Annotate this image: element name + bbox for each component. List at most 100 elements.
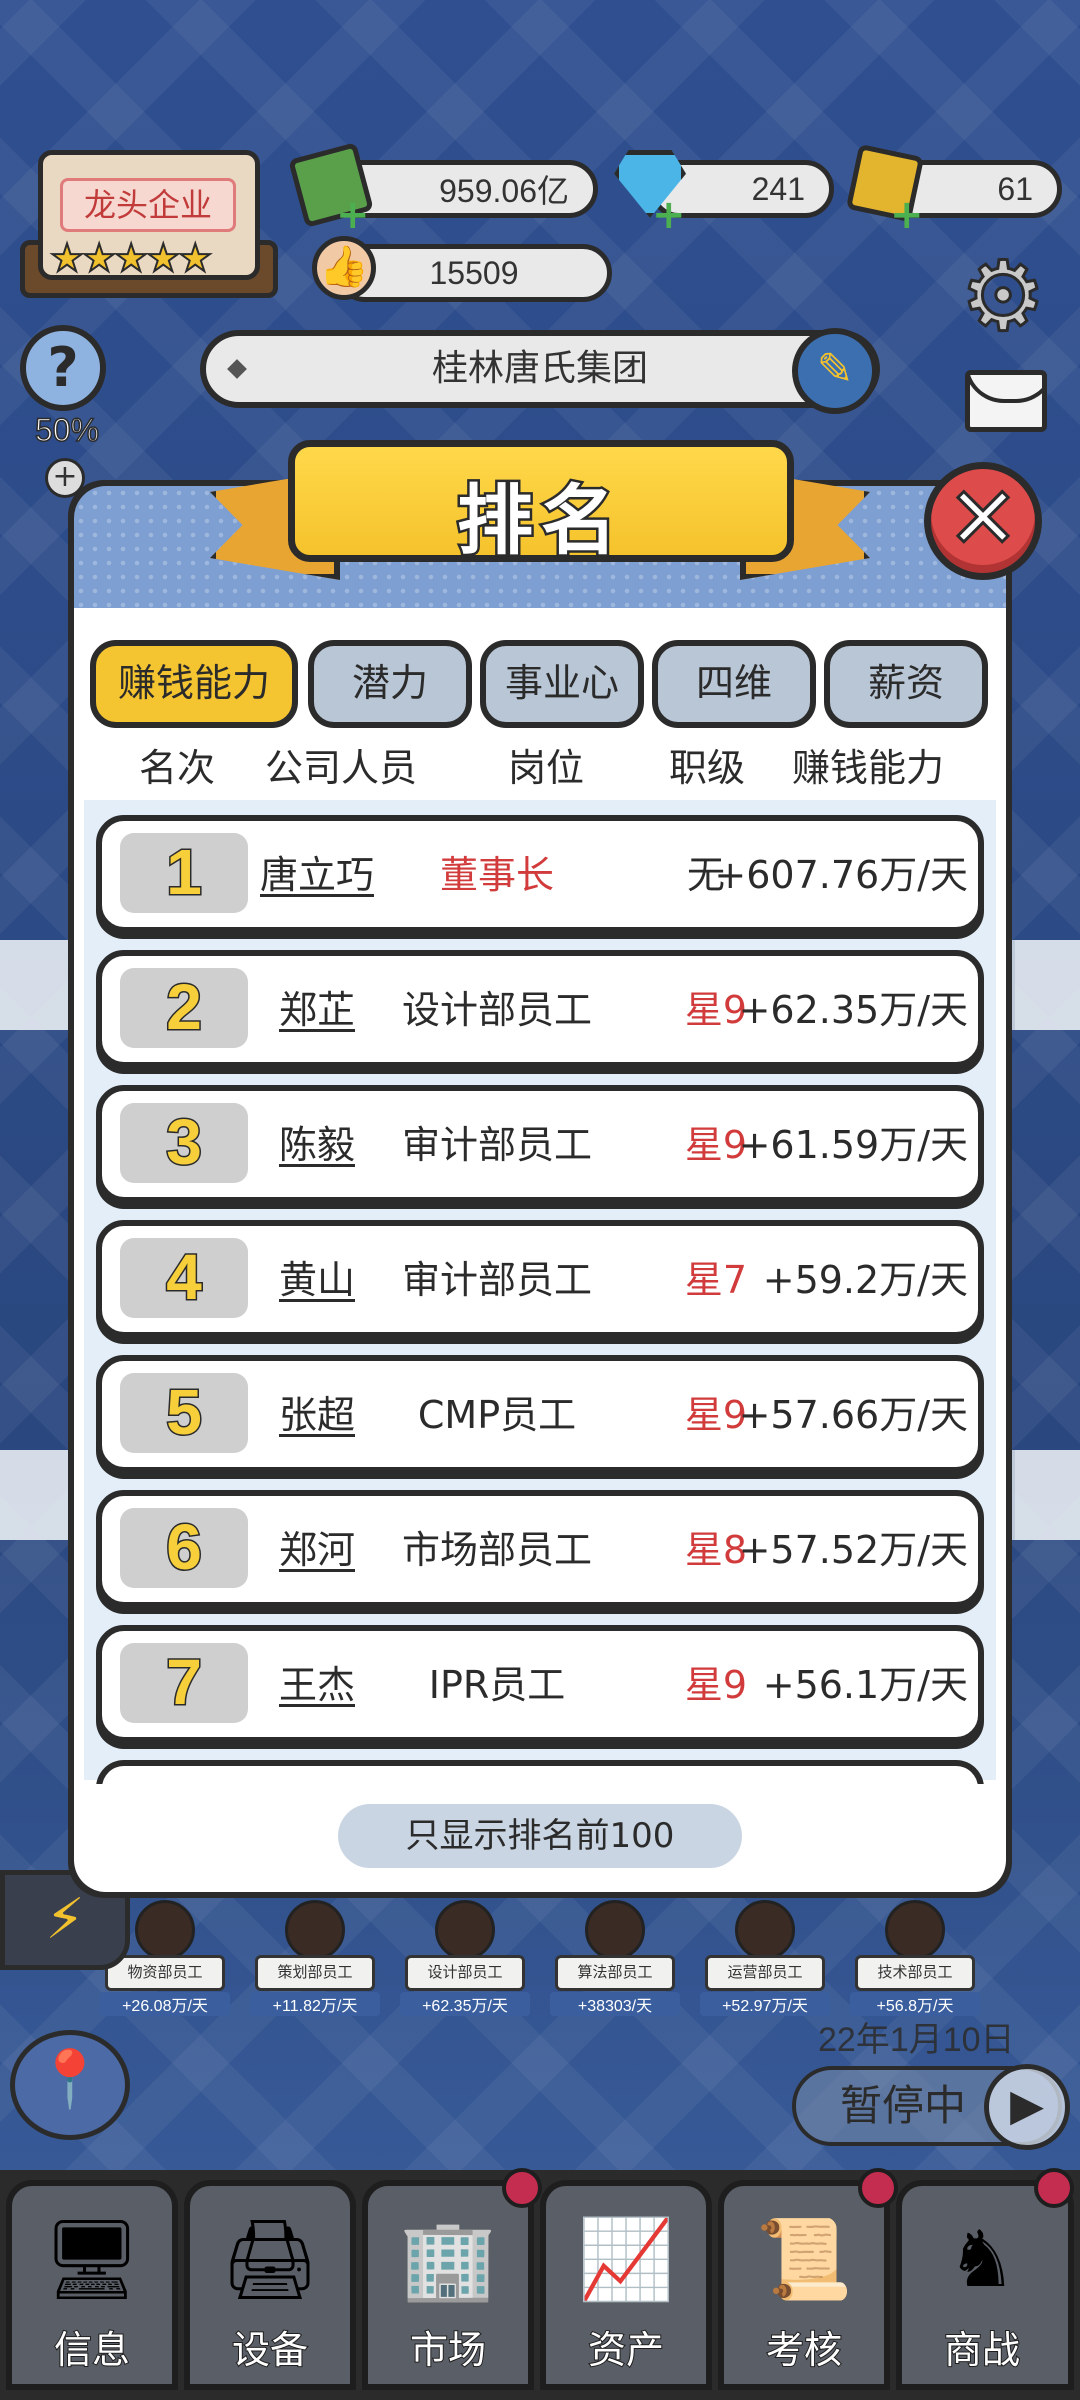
- likes-counter[interactable]: 15509: [336, 244, 612, 302]
- desk-earning: +62.35万/天: [400, 1992, 530, 2016]
- notification-badge: [1034, 2168, 1074, 2208]
- add-cash-icon[interactable]: +: [336, 192, 370, 238]
- desk-label: 算法部员工: [555, 1955, 675, 1991]
- nav-label: 考核: [765, 2327, 843, 2373]
- gold-value: 61: [997, 170, 1033, 207]
- rank-number: 7: [120, 1643, 248, 1723]
- staff-position: 设计部员工: [401, 988, 592, 1032]
- staff-position: 市场部员工: [401, 1528, 592, 1572]
- staff-level: 星7: [684, 1258, 748, 1302]
- cash-value: 959.06亿: [439, 173, 569, 209]
- staff-name-link[interactable]: 郑河: [252, 1496, 382, 1604]
- tab-four-dimensions[interactable]: 四维: [652, 640, 816, 728]
- company-name-bar: 桂林唐氏集团: [200, 330, 880, 408]
- desk: 算法部员工 +38303/天: [550, 1900, 680, 2050]
- top-100-note: 只显示排名前100: [338, 1804, 742, 1868]
- notification-badge: [502, 2168, 542, 2208]
- employee-avatar: [435, 1900, 495, 1960]
- play-icon[interactable]: ▶: [984, 2064, 1070, 2150]
- thumbs-up-icon: 👍: [312, 236, 376, 300]
- nav-equipment[interactable]: 🖨 设备: [184, 2180, 356, 2390]
- staff-name-link[interactable]: 郑芷: [252, 956, 382, 1064]
- staff-name-link[interactable]: 黄山: [252, 1226, 382, 1334]
- staff-earning: +62.35万/天: [738, 988, 968, 1032]
- rank-number: 5: [120, 1373, 248, 1453]
- company-level-label: 龙头企业: [60, 178, 236, 232]
- add-gold-icon[interactable]: +: [890, 192, 924, 238]
- col-header-rank: 名次: [138, 746, 215, 790]
- buildings-icon: 🏢: [399, 2215, 497, 2305]
- pause-label: 暂停中: [840, 2081, 967, 2130]
- ranking-row[interactable]: 6 郑河 市场部员工 星8 +57.52万/天: [96, 1490, 984, 1608]
- staff-name-link[interactable]: 张超: [252, 1361, 382, 1469]
- nav-business-war[interactable]: ♞ 商战: [896, 2180, 1074, 2390]
- ranking-row[interactable]: 5 张超 CMP员工 星9 +57.66万/天: [96, 1355, 984, 1473]
- nav-market[interactable]: 🏢 市场: [362, 2180, 534, 2390]
- help-icon[interactable]: ?: [20, 325, 106, 411]
- settings-gear-icon[interactable]: ⚙: [955, 247, 1051, 346]
- staff-name-link[interactable]: 唐立巧: [252, 821, 382, 929]
- ranking-row[interactable]: 2 郑芷 设计部员工 星9 +62.35万/天: [96, 950, 984, 1068]
- modal-title-banner: 排名: [288, 440, 794, 568]
- diamond-bullet-icon: [227, 359, 247, 379]
- monitor-icon: 🖥: [42, 2215, 142, 2305]
- rank-number: 1: [120, 833, 248, 913]
- rank-number: 6: [120, 1508, 248, 1588]
- tab-salary[interactable]: 薪资: [824, 640, 988, 728]
- ranking-row[interactable]: 1 唐立巧 董事长 无 +607.76万/天: [96, 815, 984, 933]
- employee-avatar: [135, 1900, 195, 1960]
- close-button[interactable]: ✕: [924, 462, 1042, 580]
- staff-position: IPR员工: [428, 1663, 566, 1707]
- nav-label: 设备: [231, 2327, 309, 2373]
- column-headers: 名次 公司人员 岗位 职级 赚钱能力: [0, 740, 1080, 800]
- staff-level: 星9: [684, 1663, 748, 1707]
- company-stars: ★★★★★: [49, 235, 213, 281]
- desk: 设计部员工 +62.35万/天: [400, 1900, 530, 2050]
- modal-title: 排名: [455, 474, 625, 568]
- tab-potential[interactable]: 潜力: [308, 640, 472, 728]
- staff-earning: +607.76万/天: [714, 853, 968, 897]
- desk-label: 运营部员工: [705, 1955, 825, 1991]
- company-rank-badge[interactable]: 龙头企业 ★★★★★: [20, 150, 278, 298]
- desk-label: 技术部员工: [855, 1955, 975, 1991]
- ranking-row[interactable]: 4 黄山 审计部员工 星7 +59.2万/天: [96, 1220, 984, 1338]
- map-location-button[interactable]: 📍: [10, 2030, 130, 2140]
- staff-name-link[interactable]: 陈毅: [252, 1091, 382, 1199]
- staff-position: 董事长: [439, 853, 554, 897]
- employee-avatar: [585, 1900, 645, 1960]
- mail-icon[interactable]: [965, 370, 1047, 432]
- nav-assets[interactable]: 📈 资产: [540, 2180, 712, 2390]
- nav-label: 市场: [409, 2327, 487, 2373]
- desk-earning: +26.08万/天: [100, 1992, 230, 2016]
- add-gems-icon[interactable]: +: [652, 192, 686, 238]
- staff-earning: +57.52万/天: [738, 1528, 968, 1572]
- desk-label: 策划部员工: [255, 1955, 375, 1991]
- printer-icon: 🖨: [220, 2215, 320, 2305]
- staff-position: CMP员工: [417, 1393, 577, 1437]
- col-header-position: 岗位: [507, 746, 584, 790]
- staff-earning: +61.59万/天: [738, 1123, 968, 1167]
- gems-value: 241: [751, 170, 805, 207]
- nav-label: 资产: [587, 2327, 665, 2373]
- staff-name-link[interactable]: 王杰: [252, 1631, 382, 1739]
- staff-earning: +57.66万/天: [738, 1393, 968, 1437]
- nav-label: 信息: [53, 2327, 131, 2373]
- employee-avatar: [885, 1900, 945, 1960]
- ranking-row[interactable]: 3 陈毅 审计部员工 星9 +61.59万/天: [96, 1085, 984, 1203]
- staff-position: 审计部员工: [401, 1123, 592, 1167]
- likes-value: 15509: [429, 254, 519, 291]
- desk-earning: +11.82万/天: [250, 1992, 380, 2016]
- rank-number: 4: [120, 1238, 248, 1318]
- nav-assessment[interactable]: 📜 考核: [718, 2180, 890, 2390]
- edit-pencil-icon[interactable]: ✎: [792, 328, 878, 414]
- ranking-row[interactable]: 7 王杰 IPR员工 星9 +56.1万/天: [96, 1625, 984, 1743]
- desk-label: 设计部员工: [405, 1955, 525, 1991]
- staff-earning: +59.2万/天: [762, 1258, 968, 1302]
- nav-label: 商战: [943, 2327, 1021, 2373]
- desk-label: 物资部员工: [105, 1955, 225, 1991]
- help-percent: 50%: [34, 411, 100, 449]
- tab-ambition[interactable]: 事业心: [480, 640, 644, 728]
- tab-earning-ability[interactable]: 赚钱能力: [90, 640, 298, 728]
- staff-position: 审计部员工: [401, 1258, 592, 1302]
- nav-info[interactable]: 🖥 信息: [6, 2180, 178, 2390]
